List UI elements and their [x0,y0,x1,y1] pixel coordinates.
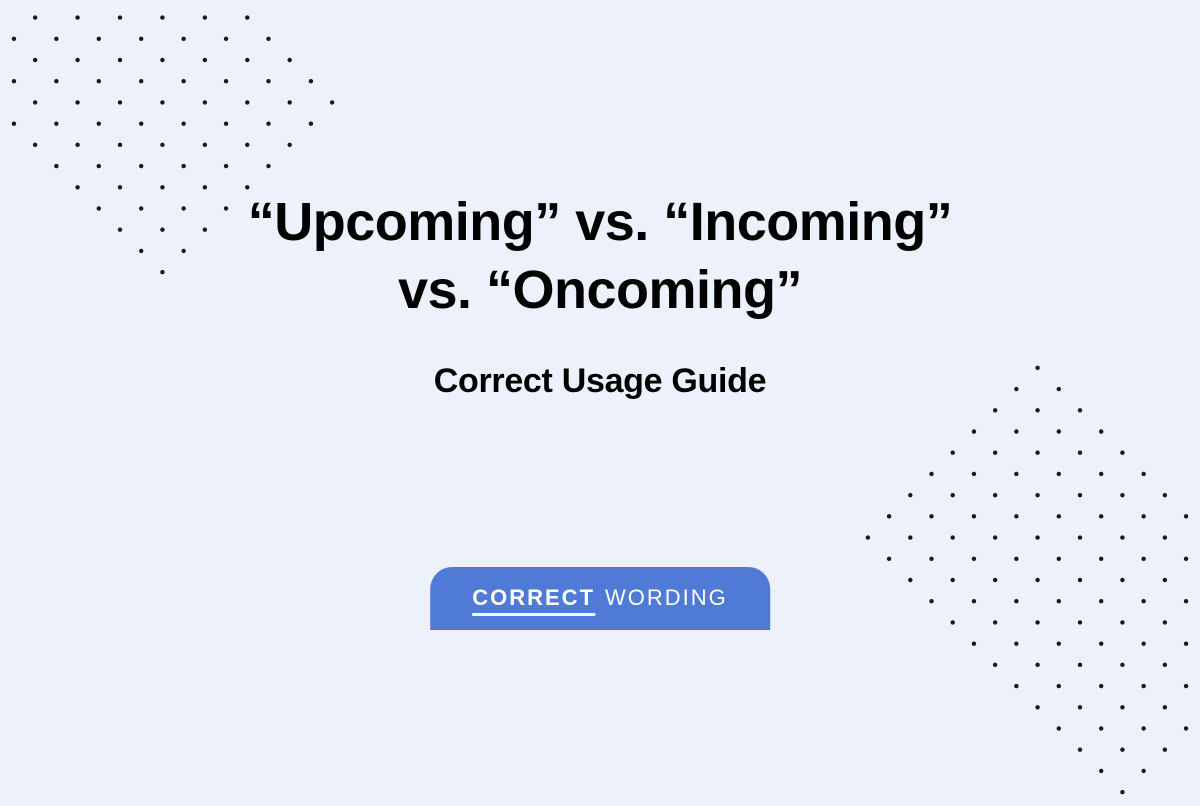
brand-word-wording: WORDING [605,585,728,611]
main-content: “Upcoming” vs. “Incoming” vs. “Oncoming”… [0,0,1200,630]
title-line-2: vs. “Oncoming” [398,260,802,320]
title-line-1: “Upcoming” vs. “Incoming” [248,192,953,252]
page-title: “Upcoming” vs. “Incoming” vs. “Oncoming” [248,189,953,324]
page-subtitle: Correct Usage Guide [434,362,767,401]
brand-word-correct: CORRECT [472,585,595,616]
brand-badge: CORRECT WORDING [430,567,770,630]
